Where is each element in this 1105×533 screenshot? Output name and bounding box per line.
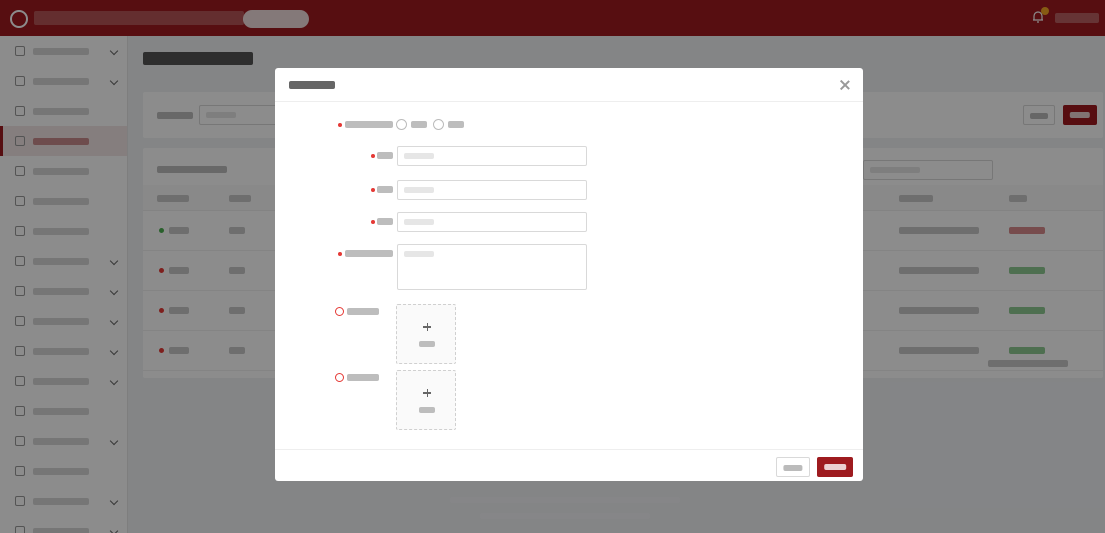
warning-circle-icon <box>335 373 344 382</box>
content-label <box>345 250 393 257</box>
upload-file-box[interactable] <box>396 304 456 364</box>
content-textarea[interactable] <box>397 244 587 290</box>
modal-title <box>289 81 335 89</box>
name-input[interactable] <box>397 180 587 200</box>
confirm-button[interactable] <box>817 457 853 477</box>
upload-file-label <box>347 308 379 315</box>
phone-input[interactable] <box>397 212 587 232</box>
urgency-radio-1[interactable] <box>396 119 407 130</box>
phone-label <box>377 218 393 225</box>
urgency-label <box>345 121 393 128</box>
upload-screenshot-box[interactable] <box>396 370 456 430</box>
required-mark <box>338 252 342 256</box>
cancel-button[interactable] <box>776 457 810 477</box>
add-feedback-modal <box>275 68 863 481</box>
warning-circle-icon <box>335 307 344 316</box>
modal-footer <box>275 449 863 481</box>
required-mark <box>371 188 375 192</box>
urgency-radio-2[interactable] <box>433 119 444 130</box>
required-mark <box>371 220 375 224</box>
modal-header <box>275 68 863 102</box>
plus-icon <box>426 388 428 397</box>
plus-icon <box>426 322 428 331</box>
title-label <box>377 152 393 159</box>
required-mark <box>371 154 375 158</box>
upload-screenshot-label <box>347 374 379 381</box>
close-icon[interactable] <box>839 79 851 91</box>
title-input[interactable] <box>397 146 587 166</box>
name-label <box>377 186 393 193</box>
required-mark <box>338 123 342 127</box>
